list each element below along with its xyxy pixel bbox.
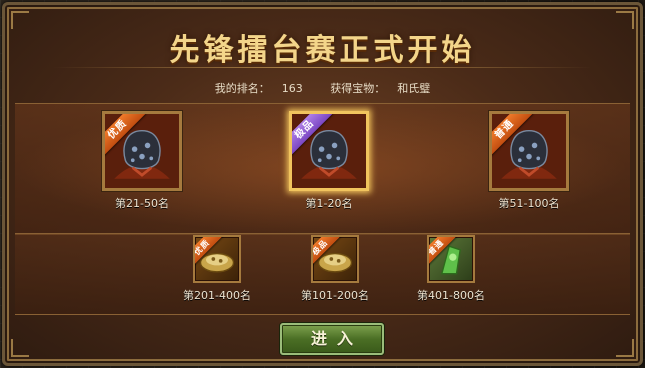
reward-frame[interactable]: 优质: [193, 235, 241, 283]
reward-slot-1-20[interactable]: 极品 第1-20名: [289, 111, 369, 211]
arena-dialog: 先锋擂台赛正式开始 我的排名： 163 获得宝物： 和氏璧 优质 第21-50名: [2, 2, 643, 366]
reward-frame[interactable]: 优质: [102, 111, 182, 191]
rank-range-label: 第1-20名: [305, 197, 353, 210]
corner-ornament: [616, 339, 634, 357]
dialog-title: 先锋擂台赛正式开始: [169, 33, 476, 68]
rank-value: 163: [281, 82, 303, 95]
reward-slot-101-200[interactable]: 极品 第101-200名: [299, 235, 371, 303]
title-divider: [53, 67, 592, 68]
rank-range-label: 第101-200名: [301, 289, 369, 302]
reward-slot-51-100[interactable]: 普通 第51-100名: [489, 111, 569, 211]
treasure-value: 和氏璧: [397, 82, 431, 95]
rank-range-label: 第51-100名: [498, 197, 560, 210]
corner-ornament: [11, 339, 29, 357]
rank-range-label: 第21-50名: [115, 197, 169, 210]
reward-slot-21-50[interactable]: 优质 第21-50名: [102, 111, 182, 211]
treasure-label: 获得宝物：: [330, 82, 386, 95]
enter-button[interactable]: 进入: [280, 323, 384, 355]
reward-frame[interactable]: 极品: [289, 111, 369, 191]
rank-label: 我的排名：: [214, 82, 270, 95]
rank-range-label: 第401-800名: [417, 289, 485, 302]
reward-frame[interactable]: 普通: [489, 111, 569, 191]
rank-info: 我的排名： 163: [209, 82, 309, 95]
reward-slot-401-800[interactable]: 普通 第401-800名: [415, 235, 487, 303]
reward-slot-201-400[interactable]: 优质 第201-400名: [181, 235, 253, 303]
rank-range-label: 第201-400名: [183, 289, 251, 302]
treasure-info: 获得宝物： 和氏璧: [324, 82, 436, 95]
reward-frame[interactable]: 极品: [311, 235, 359, 283]
reward-frame[interactable]: 普通: [427, 235, 475, 283]
player-info: 我的排名： 163 获得宝物： 和氏璧: [5, 80, 640, 96]
